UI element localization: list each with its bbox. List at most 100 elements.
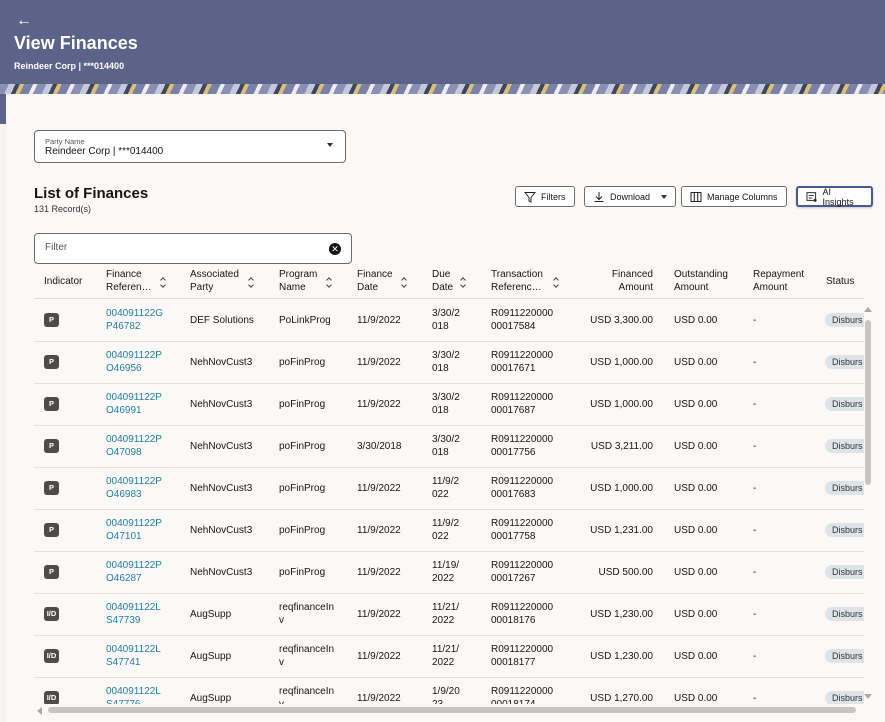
repayment-amount: - (753, 441, 757, 452)
table-row[interactable]: P 004091122P O46983 NehNovCust3 poFinProg 11/… (34, 467, 864, 510)
program-name: PoLinkProg (279, 315, 331, 326)
finance-table-body: P 004091122G P46782 DEF Solutions PoLinkProg… (34, 299, 864, 704)
finance-date: 11/9/2022 (357, 357, 401, 368)
col-finance-ref[interactable]: Finance Referen… (106, 268, 152, 294)
finance-reference-link[interactable]: 004091122G P46782 (106, 307, 163, 333)
sort-icon[interactable] (401, 278, 409, 288)
col-financed-amount[interactable]: Financed Amount (594, 268, 653, 294)
associated-party: DEF Solutions (190, 315, 254, 326)
transaction-reference: R091122000000018174 (491, 686, 554, 704)
finance-reference-link[interactable]: 004091122LS47776 (106, 685, 161, 704)
repayment-amount: - (753, 609, 757, 620)
finance-date: 11/9/2022 (357, 651, 401, 662)
sort-icon[interactable] (460, 278, 468, 288)
program-name: poFinProg (279, 483, 326, 494)
party-name-select[interactable]: Party Name Reindeer Corp | ***014400 (34, 130, 346, 163)
program-name: poFinProg (279, 399, 326, 410)
manage-columns-label: Manage Columns (707, 191, 778, 202)
col-repayment-amount[interactable]: Repayment Amount (753, 268, 804, 294)
table-row[interactable]: I/D 004091122L S47741 AugSupp reqfinanceIn v 1… (34, 635, 864, 678)
finance-reference-link[interactable]: 004091122L S47739 (106, 601, 161, 627)
table-row[interactable]: P 004091122G P46782 DEF Solutions PoLinkProg… (34, 299, 864, 342)
back-arrow-icon[interactable]: ← (16, 12, 32, 30)
financed-amount: USD 1,000.00 (590, 399, 653, 410)
scroll-left-icon[interactable] (37, 707, 42, 715)
finance-reference-link[interactable]: 004091122P O47098 (106, 433, 162, 459)
associated-party: AugSupp (190, 693, 232, 704)
status-badge: Disburs (825, 355, 864, 369)
download-icon (594, 191, 604, 202)
download-button[interactable]: Download (584, 186, 677, 207)
due-date: 3/30/2 018 (432, 350, 460, 374)
table-row[interactable]: P 004091122P O46287 NehNovCust3 poFinProg 11/… (34, 551, 864, 594)
status-badge: Disburs (825, 439, 864, 453)
col-associated-party[interactable]: Associated Party (190, 268, 239, 294)
financed-amount: USD 1,000.00 (590, 483, 653, 494)
col-outstanding-amount[interactable]: Outstanding Amount (674, 268, 728, 294)
scroll-up-icon[interactable] (864, 307, 872, 312)
indicator-badge: P (44, 481, 59, 495)
table-row[interactable]: P 004091122P O46956 NehNovCust3 poFinProg 11/… (34, 341, 864, 384)
table-row[interactable]: I/D 004091122LS47776 AugSupp reqfinanceInv 1… (34, 677, 864, 704)
sort-icon[interactable] (553, 278, 561, 288)
program-name: reqfinanceInv (279, 602, 335, 626)
list-title: List of Finances (34, 185, 149, 202)
sort-icon[interactable] (160, 278, 168, 288)
financed-amount: USD 1,270.00 (590, 693, 653, 704)
status-badge: Disburs (825, 481, 864, 495)
repayment-amount: - (753, 651, 757, 662)
finance-reference-link[interactable]: 004091122P O46983 (106, 475, 162, 501)
table-row[interactable]: P 004091122P O47101 NehNovCust3 poFinProg 11/… (34, 509, 864, 552)
finance-reference-link[interactable]: 004091122L S47741 (106, 643, 161, 669)
party-name-label: Party Name (45, 137, 85, 146)
transaction-reference: R0911220000 00017267 (491, 560, 554, 584)
associated-party: NehNovCust3 (190, 483, 253, 494)
sort-icon[interactable] (326, 278, 334, 288)
finance-reference-link[interactable]: 004091122P O46991 (106, 391, 162, 417)
page-title: View Finances (14, 33, 138, 53)
repayment-amount: - (753, 567, 757, 578)
filter-input[interactable] (43, 241, 327, 254)
table-row[interactable]: I/D 004091122L S47739 AugSupp reqfinanceIn v 1… (34, 593, 864, 636)
associated-party: NehNovCust3 (190, 399, 253, 410)
col-program-name[interactable]: Program Name (279, 268, 317, 294)
vertical-scrollbar[interactable] (865, 320, 871, 485)
due-date: 11/9/2 022 (432, 518, 460, 542)
finance-reference-link[interactable]: 004091122P O46956 (106, 349, 162, 375)
finance-reference-link[interactable]: 004091122P O46287 (106, 559, 162, 585)
table-row[interactable]: P 004091122P O47098 NehNovCust3 poFinProg 3/3… (34, 425, 864, 468)
sort-icon[interactable] (248, 278, 256, 288)
manage-columns-button[interactable]: Manage Columns (681, 186, 787, 207)
ai-insights-button[interactable]: AI Insights (796, 186, 873, 207)
filters-button[interactable]: Filters (515, 186, 575, 207)
indicator-badge: I/D (44, 649, 59, 663)
indicator-badge: I/D (44, 607, 59, 621)
indicator-badge: P (44, 565, 59, 579)
outstanding-amount: USD 0.00 (674, 441, 718, 452)
col-finance-date[interactable]: Finance Date (357, 268, 393, 294)
finance-date: 11/9/2022 (357, 609, 401, 620)
indicator-badge: P (44, 397, 59, 411)
finance-reference-link[interactable]: 004091122P O47101 (106, 517, 162, 543)
outstanding-amount: USD 0.00 (674, 609, 718, 620)
table-row[interactable]: P 004091122P O46991 NehNovCust3 poFinProg 11/… (34, 383, 864, 426)
col-status[interactable]: Status (826, 275, 854, 288)
horizontal-scrollbar[interactable] (48, 707, 856, 713)
clear-icon[interactable]: ✕ (329, 243, 341, 255)
col-transaction-ref[interactable]: Transaction Referenc… (491, 268, 543, 294)
transaction-reference: R0911220000 00017687 (491, 392, 554, 416)
transaction-reference: R0911220000 00017758 (491, 518, 554, 542)
outstanding-amount: USD 0.00 (674, 357, 718, 368)
finance-date: 11/9/2022 (357, 315, 401, 326)
download-button-label: Download (610, 191, 651, 202)
status-badge: Disburs (825, 313, 864, 327)
status-badge: Disburs (825, 523, 864, 537)
financed-amount: USD 1,000.00 (590, 357, 653, 368)
col-due-date[interactable]: Due Date (432, 268, 453, 294)
outstanding-amount: USD 0.00 (674, 315, 718, 326)
scroll-down-icon[interactable] (864, 694, 872, 699)
financed-amount: USD 1,230.00 (590, 609, 653, 620)
due-date: 11/9/2 022 (432, 476, 460, 500)
program-name: poFinProg (279, 567, 326, 578)
col-indicator[interactable]: Indicator (44, 275, 82, 288)
